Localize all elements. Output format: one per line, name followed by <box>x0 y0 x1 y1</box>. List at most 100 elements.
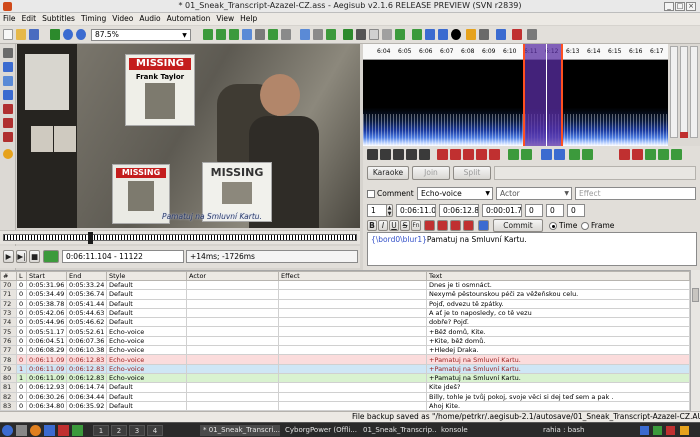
workspace-4[interactable]: 4 <box>147 425 163 436</box>
zoom-in-icon[interactable] <box>63 29 73 40</box>
start-time-field[interactable]: 0:06:11.09 <box>396 204 436 217</box>
table-row[interactable]: 76 0 0:06:04.51 0:06:07.36 Echo-voice +Kite, … <box>0 335 690 347</box>
table-row[interactable]: 74 0 0:05:44.96 0:05:46.62 Default dobře? Poj… <box>0 317 690 328</box>
task-transcript[interactable]: 01_Sneak_Transcrip... <box>360 425 436 436</box>
zoom-out-icon[interactable] <box>76 29 86 40</box>
properties-icon[interactable] <box>242 29 252 40</box>
tray-update-icon[interactable] <box>666 426 675 435</box>
recent-icon[interactable] <box>466 29 476 40</box>
video-display[interactable]: MISSING Frank Taylor MISSING MISSING Pam… <box>17 44 360 228</box>
audio-horizontal-zoom-slider[interactable] <box>670 46 678 138</box>
menu-audio[interactable]: Audio <box>136 13 163 25</box>
menu-timing[interactable]: Timing <box>78 13 109 25</box>
automation-manager-icon[interactable] <box>512 29 522 40</box>
prev-line-icon[interactable] <box>367 149 378 160</box>
video-time-field[interactable]: 0:06:11.104 - 11122 <box>62 250 184 263</box>
audio-stop-icon[interactable] <box>419 149 430 160</box>
realtime-icon[interactable] <box>3 149 13 159</box>
table-row[interactable]: 77 0 0:06:08.29 0:06:10.38 Echo-voice +Hledej… <box>0 345 690 356</box>
style-assistant-icon[interactable] <box>356 29 366 40</box>
goto-icon[interactable] <box>582 149 593 160</box>
col-header-style[interactable]: Style <box>106 271 187 281</box>
open-file-icon[interactable] <box>16 29 26 40</box>
comment-checkbox[interactable] <box>367 190 375 198</box>
zoom-selection-icon[interactable] <box>541 149 552 160</box>
grid-scrollbar[interactable] <box>690 270 700 413</box>
menu-video[interactable]: Video <box>109 13 136 25</box>
medusa-mode-toggle-icon[interactable] <box>671 149 682 160</box>
table-row[interactable]: 79 1 0:06:11.09 0:06:12.83 Echo-voice +Pamatu… <box>0 363 690 374</box>
menu-view[interactable]: View <box>213 13 237 25</box>
clip-tool-icon[interactable] <box>3 118 13 128</box>
layer-spin-icon[interactable]: ▲ ▼ <box>386 204 393 217</box>
attachments-icon[interactable] <box>216 29 226 40</box>
spectrum-mode-toggle-icon[interactable] <box>658 149 669 160</box>
col-header-effect[interactable]: Effect <box>278 271 427 281</box>
menu-help[interactable]: Help <box>237 13 260 25</box>
play-500ms-before-icon[interactable] <box>437 149 448 160</box>
launcher-icon-2[interactable] <box>44 425 55 436</box>
underline-icon[interactable]: U <box>389 220 399 231</box>
col-header-actor[interactable]: Actor <box>186 271 279 281</box>
audio-spectrum[interactable]: 6:046:056:066:076:086:096:106:116:126:13… <box>363 44 668 146</box>
play-selection-icon[interactable] <box>393 149 404 160</box>
rotate-z-icon[interactable] <box>3 76 13 86</box>
save-icon[interactable] <box>29 29 39 40</box>
select-lines-icon[interactable] <box>369 29 379 40</box>
translation-icon[interactable] <box>255 29 265 40</box>
play-current-line-icon[interactable] <box>406 149 417 160</box>
spell-checker-icon[interactable] <box>382 29 392 40</box>
launcher-icon-3[interactable] <box>58 425 69 436</box>
close-icon[interactable]: × <box>686 2 696 11</box>
timing-postprocessor-icon[interactable] <box>281 29 291 40</box>
secondary-color-icon[interactable] <box>437 220 448 231</box>
launcher-icon-4[interactable] <box>72 425 83 436</box>
table-row[interactable]: 83 0 0:06:34.80 0:06:35.92 Default Ahoj Kite. <box>0 400 690 412</box>
jump-to-icon[interactable] <box>50 29 60 40</box>
play-icon[interactable]: ▶ <box>3 250 14 263</box>
clock-icon[interactable] <box>451 29 461 40</box>
audio-selection[interactable] <box>523 44 563 146</box>
table-row[interactable]: 80 1 0:06:11.09 0:06:12.83 Echo-voice +Pamatu… <box>0 372 690 384</box>
col-header-end[interactable]: End <box>66 271 107 281</box>
options-icon[interactable] <box>412 29 422 40</box>
new-file-icon[interactable] <box>3 29 13 40</box>
help-icon[interactable] <box>527 29 537 40</box>
table-row[interactable]: 73 0 0:05:42.06 0:05:44.63 Default A ať je to… <box>0 307 690 319</box>
styles-manager-icon[interactable] <box>203 29 213 40</box>
maximize-icon[interactable]: □ <box>675 2 685 11</box>
col-header-layer[interactable]: L <box>16 271 27 281</box>
play-to-end-icon[interactable] <box>489 149 500 160</box>
menu-subtitles[interactable]: Subtitles <box>39 13 78 25</box>
auto-next-toggle-icon[interactable] <box>632 149 643 160</box>
drag-tool-icon[interactable] <box>3 62 13 72</box>
col-header-text[interactable]: Text <box>426 271 690 281</box>
col-header-start[interactable]: Start <box>26 271 67 281</box>
task-cyborgpower[interactable]: CyborgPower (Offli... <box>282 425 358 436</box>
style-select[interactable]: Echo-voice ▼ <box>417 187 493 200</box>
join-button[interactable]: Join <box>412 166 450 180</box>
table-row[interactable]: 71 0 0:05:34.49 0:05:36.74 Default Nexymě pěs… <box>0 289 690 300</box>
workspace-3[interactable]: 3 <box>129 425 145 436</box>
effect-field[interactable]: Effect <box>575 187 696 200</box>
autoscroll-toggle-icon[interactable] <box>43 250 59 263</box>
margin-right-field[interactable]: 0 <box>546 204 564 217</box>
margin-left-field[interactable]: 0 <box>525 204 543 217</box>
split-button[interactable]: Split <box>453 166 491 180</box>
frame-radio[interactable] <box>581 222 589 230</box>
standard-tool-icon[interactable] <box>3 48 13 58</box>
subtitle-grid[interactable]: # L Start End Style Actor Effect Text 70… <box>0 270 700 413</box>
shadow-color-icon[interactable] <box>463 220 474 231</box>
audio-zoom-lock-icon[interactable] <box>680 132 688 138</box>
audio-vertical-zoom-slider[interactable] <box>680 46 688 138</box>
actor-field[interactable]: Actor ▼ <box>496 187 572 200</box>
fonts-collector-icon[interactable] <box>229 29 239 40</box>
workspace-1[interactable]: 1 <box>93 425 109 436</box>
audio-volume-slider[interactable] <box>690 46 698 138</box>
task-aegisub[interactable]: * 01_Sneak_Transcri... <box>200 425 280 436</box>
video-zoom-select[interactable]: 87.5% ▼ <box>91 29 191 41</box>
rotate-xy-icon[interactable] <box>3 90 13 100</box>
karaoke-button[interactable]: Karaoke <box>367 166 409 180</box>
video-seek-bar[interactable] <box>0 230 360 244</box>
table-row[interactable]: 70 0 0:05:31.96 0:05:33.24 Default Dnes je ti… <box>0 279 690 291</box>
